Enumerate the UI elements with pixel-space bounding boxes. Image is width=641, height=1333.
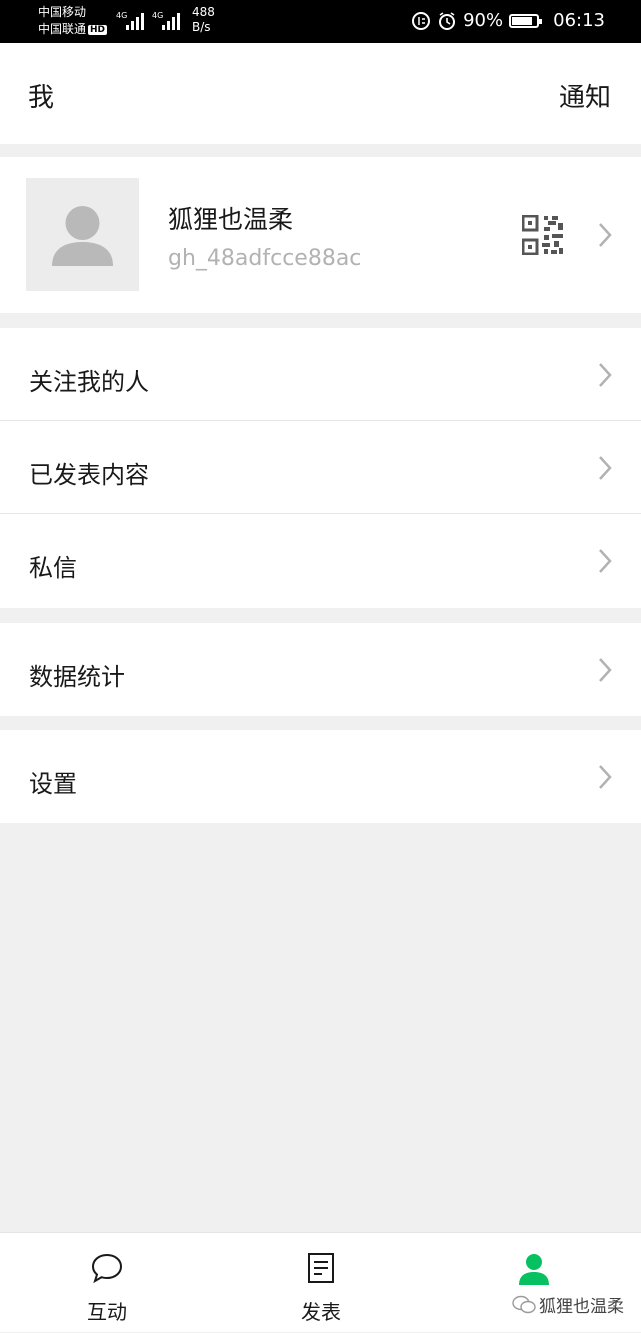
network-speed: 488 B/s	[192, 5, 215, 35]
chevron-right-icon	[599, 549, 612, 573]
notifications-button[interactable]: 通知	[559, 77, 611, 114]
chevron-right-icon	[599, 363, 612, 387]
battery-percent: 90%	[463, 10, 504, 31]
profile-account-id: gh_48adfcce88ac	[168, 246, 362, 271]
carrier-1: 中国移动	[38, 5, 87, 19]
network-type-2: 4G	[152, 11, 163, 20]
chevron-right-icon	[599, 456, 612, 480]
menu-item-followers[interactable]: 关注我的人	[0, 328, 641, 421]
menu-group-2: 数据统计	[0, 623, 641, 716]
menu-group-1: 关注我的人 已发表内容 私信	[0, 328, 641, 608]
menu-item-published[interactable]: 已发表内容	[0, 421, 641, 514]
network-type-1: 4G	[116, 11, 127, 20]
tab-publish[interactable]: 发表	[214, 1233, 428, 1333]
person-icon	[519, 1254, 549, 1285]
menu-item-label: 私信	[29, 554, 77, 582]
menu-item-label: 关注我的人	[29, 368, 149, 396]
clock: 06:13	[553, 10, 605, 31]
default-avatar-icon	[52, 206, 113, 266]
carrier-info: 中国移动 中国联通 HD	[38, 4, 108, 38]
qr-code-icon[interactable]	[522, 215, 564, 255]
tab-interact[interactable]: 互动	[0, 1233, 214, 1333]
menu-item-stats[interactable]: 数据统计	[0, 623, 641, 716]
signal-icon-2: 4G	[152, 11, 180, 30]
watermark: 狐狸也温柔	[512, 1292, 624, 1317]
data-saver-icon	[412, 11, 431, 30]
document-icon	[308, 1253, 334, 1283]
status-right: 90% 06:13	[411, 10, 605, 31]
status-bar: 中国移动 中国联通 HD 4G 4G 488 B/s 90% 06:13	[0, 0, 641, 43]
avatar[interactable]	[26, 178, 139, 291]
speed-unit: B/s	[192, 20, 211, 34]
profile-name: 狐狸也温柔	[168, 205, 294, 234]
signal-icon-1: 4G	[116, 11, 144, 30]
chevron-right-icon	[599, 658, 612, 682]
alarm-icon	[439, 11, 456, 30]
carrier-2: 中国联通	[38, 22, 87, 36]
menu-item-label: 已发表内容	[29, 461, 149, 489]
wechat-logo-icon	[512, 1295, 536, 1313]
page-title: 我	[28, 83, 55, 113]
tab-label: 互动	[87, 1300, 127, 1324]
menu-item-messages[interactable]: 私信	[0, 514, 641, 607]
battery-icon	[509, 13, 543, 28]
speed-value: 488	[192, 5, 215, 19]
menu-item-label: 设置	[29, 770, 77, 798]
profile-card[interactable]: 狐狸也温柔 gh_48adfcce88ac	[0, 157, 641, 313]
page-header: 我 通知	[0, 43, 641, 144]
tab-me[interactable]	[428, 1233, 641, 1333]
tab-label: 发表	[301, 1300, 341, 1324]
watermark-text: 狐狸也温柔	[539, 1297, 624, 1317]
hd-badge: HD	[88, 24, 108, 35]
chevron-right-icon	[599, 223, 612, 247]
menu-item-label: 数据统计	[29, 663, 125, 691]
chevron-right-icon	[599, 765, 612, 789]
menu-item-settings[interactable]: 设置	[0, 730, 641, 823]
chat-bubble-icon	[91, 1253, 123, 1284]
bottom-tab-bar: 互动 发表	[0, 1232, 641, 1332]
menu-group-3: 设置	[0, 730, 641, 823]
